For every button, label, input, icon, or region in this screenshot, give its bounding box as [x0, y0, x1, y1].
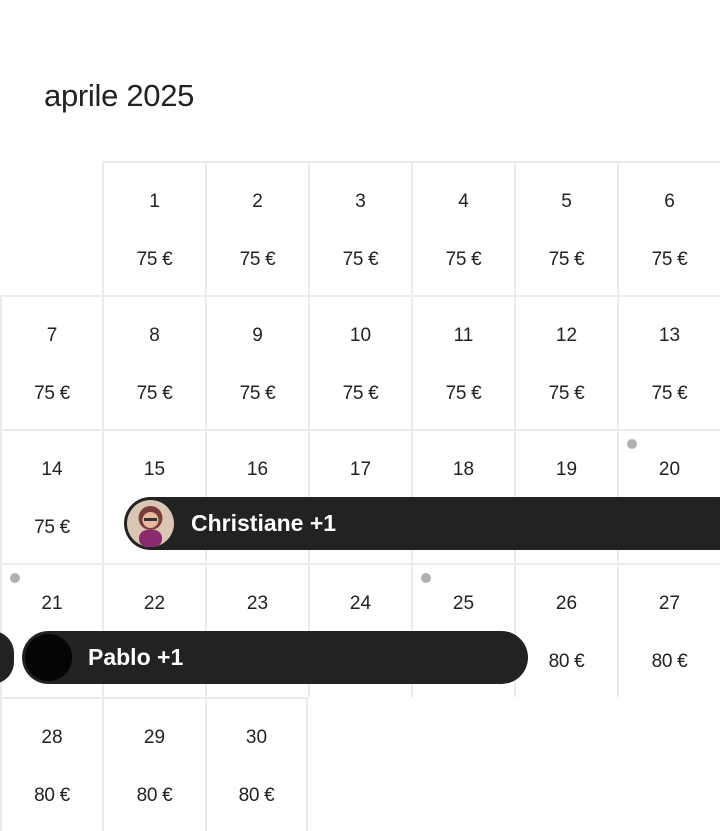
day-number: 28: [41, 727, 63, 748]
calendar-day-cell[interactable]: 26 80 €: [514, 563, 617, 697]
day-number: 23: [246, 593, 269, 614]
calendar-day-cell[interactable]: 3 75 €: [308, 161, 411, 295]
day-number: 10: [349, 325, 372, 346]
day-price: 75 €: [548, 249, 585, 270]
calendar-grid: 1 75 € 2 75 € 3 75 € 4 75 € 5 75 € 6 75 € 7 75 € 8 75 €…: [0, 0, 720, 831]
day-number: 25: [452, 593, 475, 614]
day-number: 27: [658, 593, 681, 614]
calendar-day-cell[interactable]: 28 80 €: [0, 697, 102, 831]
calendar-day-cell[interactable]: 1 75 €: [102, 161, 205, 295]
day-price: 75 €: [651, 383, 688, 404]
day-price: 75 €: [136, 383, 173, 404]
day-number: 24: [349, 593, 372, 614]
guest-avatar: [25, 634, 72, 681]
day-price: 75 €: [34, 517, 70, 538]
reservation-guest-label: Christiane +1: [191, 510, 337, 536]
day-number: 11: [453, 325, 474, 346]
calendar-day-cell[interactable]: 11 75 €: [411, 295, 514, 429]
reservation-bar-christiane[interactable]: Christiane +1: [124, 497, 720, 550]
day-number: 8: [149, 325, 160, 346]
day-number: 2: [252, 191, 263, 212]
day-price: 80 €: [651, 651, 688, 672]
day-price: 80 €: [34, 785, 70, 806]
calendar-day-cell[interactable]: 8 75 €: [102, 295, 205, 429]
day-number: 3: [355, 191, 366, 212]
calendar-day-cell[interactable]: 30 80 €: [205, 697, 308, 831]
calendar-day-cell[interactable]: 4 75 €: [411, 161, 514, 295]
day-number: 14: [41, 459, 63, 480]
day-number: 4: [458, 191, 469, 212]
day-number: 15: [143, 459, 166, 480]
day-number: 16: [246, 459, 269, 480]
calendar-day-cell[interactable]: 10 75 €: [308, 295, 411, 429]
day-price: 80 €: [136, 785, 173, 806]
day-number: 26: [555, 593, 578, 614]
calendar-day-cell[interactable]: 14 75 €: [0, 429, 102, 563]
calendar-day-cell[interactable]: 5 75 €: [514, 161, 617, 295]
reservation-bar-pablo[interactable]: Pablo +1: [22, 631, 528, 684]
day-number: 18: [452, 459, 475, 480]
calendar-day-cell[interactable]: 13 75 €: [617, 295, 720, 429]
check-in-dot-icon: [10, 573, 20, 583]
day-number: 7: [46, 325, 58, 346]
day-number: 9: [252, 325, 263, 346]
day-number: 12: [555, 325, 578, 346]
day-number: 22: [143, 593, 166, 614]
guest-photo-icon: [127, 500, 174, 547]
day-price: 75 €: [445, 249, 482, 270]
day-number: 20: [658, 459, 681, 480]
day-price: 75 €: [342, 383, 379, 404]
calendar-day-cell[interactable]: 2 75 €: [205, 161, 308, 295]
day-number: 29: [143, 727, 166, 748]
calendar-day-cell[interactable]: 27 80 €: [617, 563, 720, 697]
calendar-day-cell[interactable]: 9 75 €: [205, 295, 308, 429]
day-number: 5: [561, 191, 572, 212]
day-price: 75 €: [651, 249, 688, 270]
calendar-day-cell[interactable]: 7 75 €: [0, 295, 102, 429]
calendar-day-cell[interactable]: 29 80 €: [102, 697, 205, 831]
reservation-guest-label: Pablo +1: [88, 644, 184, 670]
day-price: 75 €: [239, 383, 276, 404]
check-in-dot-icon: [627, 439, 637, 449]
day-number: 1: [149, 191, 160, 212]
day-price: 75 €: [34, 383, 70, 404]
day-price: 75 €: [548, 383, 585, 404]
day-price: 75 €: [445, 383, 482, 404]
guest-photo-icon: [25, 634, 72, 681]
day-number: 30: [245, 727, 268, 748]
calendar-day-cell[interactable]: 12 75 €: [514, 295, 617, 429]
day-number: 21: [41, 593, 63, 614]
day-number: 17: [349, 459, 372, 480]
day-price: 80 €: [548, 651, 585, 672]
day-price: 75 €: [342, 249, 379, 270]
day-number: 19: [555, 459, 578, 480]
check-in-dot-icon: [421, 573, 431, 583]
day-price: 80 €: [238, 785, 275, 806]
day-number: 6: [664, 191, 675, 212]
day-price: 75 €: [239, 249, 276, 270]
day-number: 13: [658, 325, 681, 346]
day-price: 75 €: [136, 249, 173, 270]
guest-avatar: [127, 500, 174, 547]
calendar-day-cell[interactable]: 6 75 €: [617, 161, 720, 295]
